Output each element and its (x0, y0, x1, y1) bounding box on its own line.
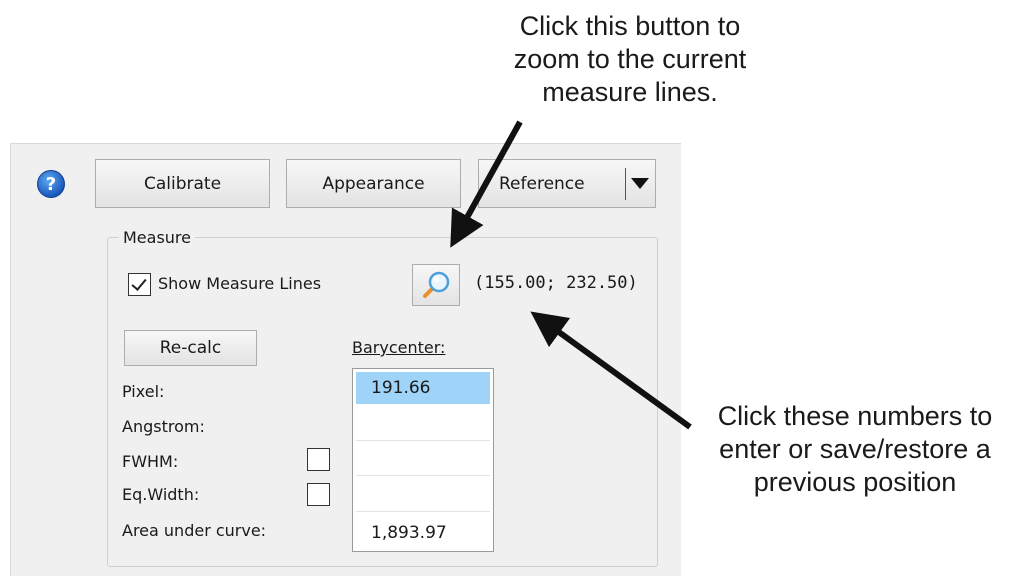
svg-text:?: ? (46, 174, 56, 195)
coords-callout-line: enter or save/restore a (719, 434, 991, 464)
magnifier-icon (423, 271, 450, 298)
help-icon[interactable]: ? (36, 169, 66, 199)
reference-split-divider (625, 168, 626, 200)
chevron-down-icon[interactable] (631, 178, 649, 189)
reference-button-label: Reference (499, 173, 585, 194)
area-under-curve-label: Area under curve: (122, 521, 267, 540)
barycenter-header: Barycenter: (352, 338, 446, 357)
coords-callout: Click these numbers to enter or save/res… (670, 400, 1030, 499)
show-measure-lines-checkbox[interactable] (128, 273, 151, 296)
barycenter-values-box: 191.66 1,893.97 (352, 368, 494, 552)
angstrom-value-field[interactable] (356, 409, 490, 441)
eq-width-value-field[interactable] (356, 480, 490, 512)
zoom-callout-line: zoom to the current (513, 44, 747, 74)
calibrate-button[interactable]: Calibrate (95, 159, 270, 208)
eq-width-checkbox[interactable] (307, 483, 330, 506)
fwhm-checkbox[interactable] (307, 448, 330, 471)
zoom-to-measure-lines-button[interactable] (412, 264, 460, 306)
recalc-button[interactable]: Re-calc (124, 330, 257, 366)
pixel-label: Pixel: (122, 382, 165, 401)
zoom-callout-line: Click this button to (519, 11, 741, 41)
fwhm-value-field[interactable] (356, 444, 490, 476)
reference-button[interactable]: Reference (478, 159, 656, 208)
eq-width-label: Eq.Width: (122, 485, 200, 504)
area-value-field[interactable]: 1,893.97 (356, 517, 490, 549)
measure-group-title: Measure (119, 228, 195, 247)
zoom-callout-line: measure lines. (542, 77, 718, 107)
fwhm-label: FWHM: (122, 452, 179, 471)
coords-callout-line: Click these numbers to (717, 401, 993, 431)
zoom-callout: Click this button to zoom to the current… (430, 10, 830, 109)
pixel-value-field[interactable]: 191.66 (356, 372, 490, 404)
appearance-button[interactable]: Appearance (286, 159, 461, 208)
angstrom-label: Angstrom: (122, 417, 205, 436)
measure-coords-link[interactable]: (155.00; 232.50) (474, 273, 638, 293)
show-measure-lines-label[interactable]: Show Measure Lines (158, 274, 321, 293)
coords-callout-line: previous position (753, 467, 957, 497)
